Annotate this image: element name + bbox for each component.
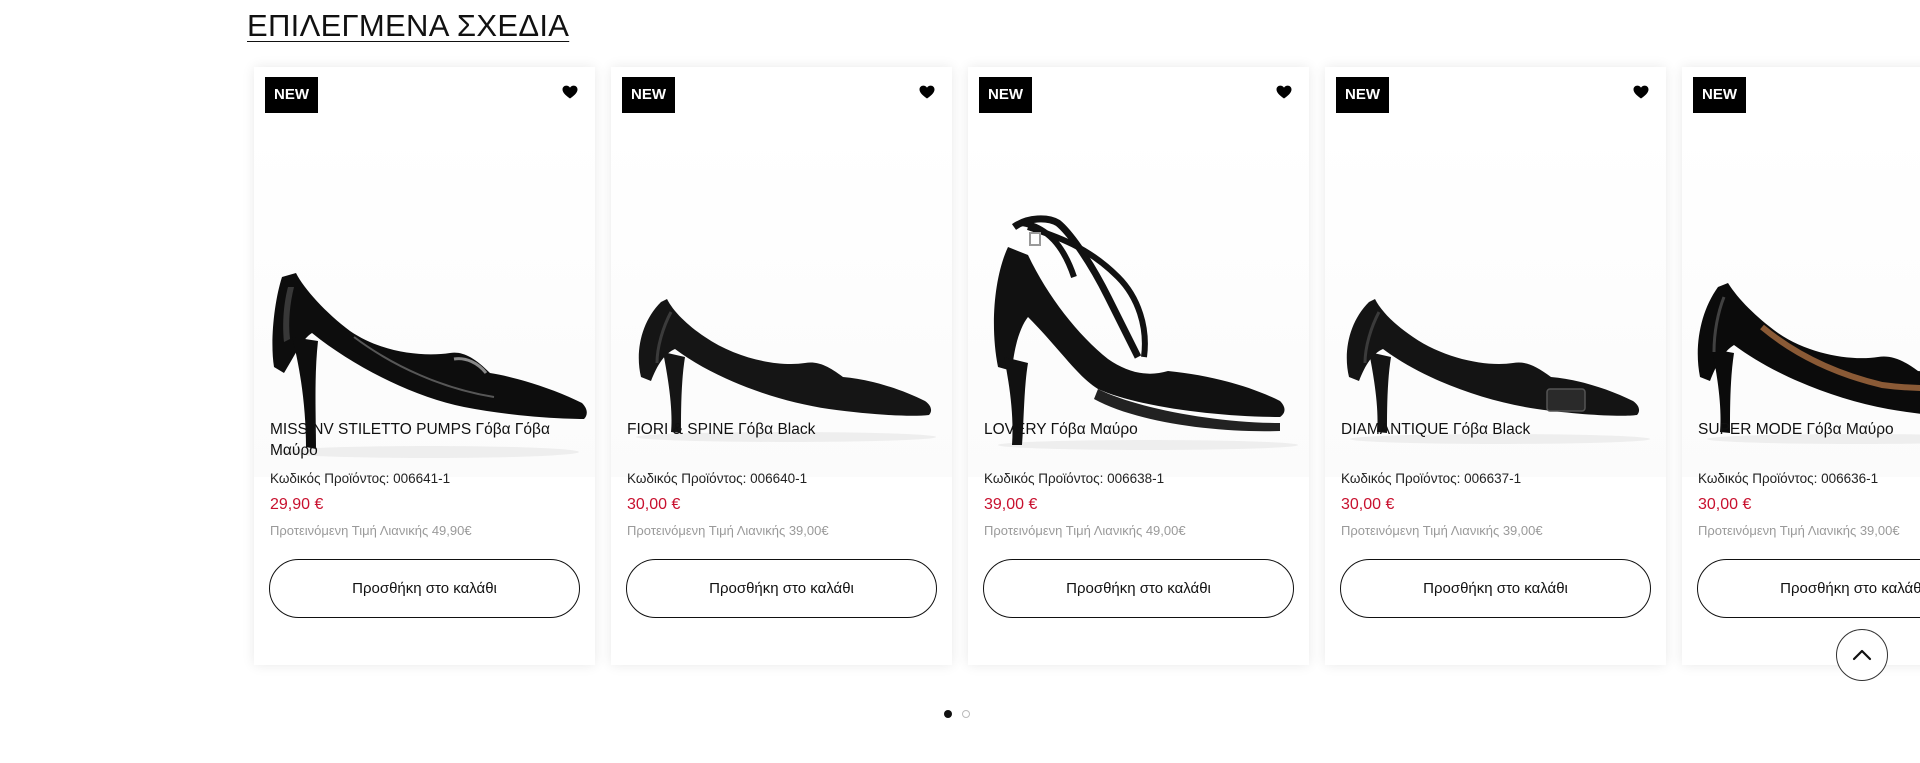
product-code: Κωδικός Προϊόντος: 006641-1 (270, 471, 451, 486)
chevron-up-icon (1852, 649, 1872, 661)
product-card[interactable]: NEW MISS NV STILETTO PUMPS Γόβα Γόβα Μαύ… (254, 67, 595, 665)
product-code: Κωδικός Προϊόντος: 006638-1 (984, 471, 1165, 486)
product-price: 30,00 € (1698, 496, 1752, 513)
product-code: Κωδικός Προϊόντος: 006640-1 (627, 471, 808, 486)
product-name[interactable]: FIORI & SPINE Γόβα Black (627, 419, 927, 440)
add-to-cart-button[interactable]: Προσθήκη στο καλάθι (1340, 559, 1651, 618)
add-to-cart-button[interactable]: Προσθήκη στο καλάθι (1697, 559, 1920, 618)
heart-icon[interactable] (561, 83, 579, 101)
scroll-to-top-button[interactable] (1836, 629, 1888, 681)
product-carousel: NEW MISS NV STILETTO PUMPS Γόβα Γόβα Μαύ… (0, 0, 1920, 763)
add-to-cart-button[interactable]: Προσθήκη στο καλάθι (626, 559, 937, 618)
new-badge: NEW (265, 77, 318, 113)
recommended-retail-price: Προτεινόμενη Τιμή Λιανικής 39,00€ (627, 523, 829, 538)
product-card[interactable]: NEW SUPER MODE Γόβα Μαύρο Κωδικός Προϊόν… (1682, 67, 1920, 665)
product-code: Κωδικός Προϊόντος: 006636-1 (1698, 471, 1879, 486)
product-name[interactable]: MISS NV STILETTO PUMPS Γόβα Γόβα Μαύρο (270, 419, 570, 461)
add-to-cart-button[interactable]: Προσθήκη στο καλάθι (269, 559, 580, 618)
product-price: 30,00 € (1341, 496, 1395, 513)
recommended-retail-price: Προτεινόμενη Τιμή Λιανικής 39,00€ (1341, 523, 1543, 538)
new-badge: NEW (1336, 77, 1389, 113)
product-price: 39,00 € (984, 496, 1038, 513)
product-code: Κωδικός Προϊόντος: 006637-1 (1341, 471, 1522, 486)
heart-icon[interactable] (1275, 83, 1293, 101)
product-card[interactable]: NEW FIORI & SPINE Γόβα Black Κωδικός Προ… (611, 67, 952, 665)
product-name[interactable]: DIAMANTIQUE Γόβα Black (1341, 419, 1641, 440)
product-name[interactable]: LOVERY Γόβα Μαύρο (984, 419, 1284, 440)
product-card[interactable]: NEW DIAMANTIQUE Γόβα Black Κωδικός Προϊό… (1325, 67, 1666, 665)
recommended-retail-price: Προτεινόμενη Τιμή Λιανικής 49,90€ (270, 523, 472, 538)
heart-icon[interactable] (1632, 83, 1650, 101)
recommended-retail-price: Προτεινόμενη Τιμή Λιανικής 49,00€ (984, 523, 1186, 538)
product-name[interactable]: SUPER MODE Γόβα Μαύρο (1698, 419, 1920, 440)
heart-icon[interactable] (918, 83, 936, 101)
carousel-pagination (944, 710, 970, 718)
product-price: 29,90 € (270, 496, 324, 513)
new-badge: NEW (979, 77, 1032, 113)
pagination-dot-2[interactable] (962, 710, 970, 718)
add-to-cart-button[interactable]: Προσθήκη στο καλάθι (983, 559, 1294, 618)
recommended-retail-price: Προτεινόμενη Τιμή Λιανικής 39,00€ (1698, 523, 1900, 538)
new-badge: NEW (622, 77, 675, 113)
product-card[interactable]: NEW LOVERY Γόβα Μαύρο Κωδικός Προϊόντος:… (968, 67, 1309, 665)
product-price: 30,00 € (627, 496, 681, 513)
new-badge: NEW (1693, 77, 1746, 113)
pagination-dot-1[interactable] (944, 710, 952, 718)
